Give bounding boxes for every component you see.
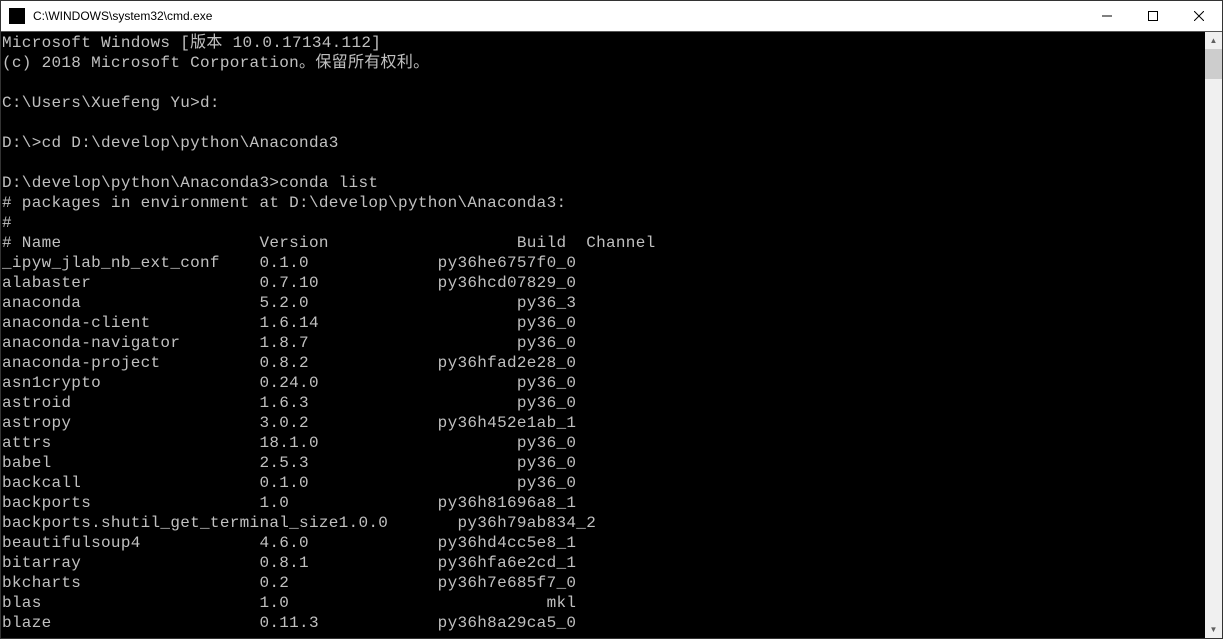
terminal-line: C:\Users\Xuefeng Yu>d: [2, 93, 1201, 113]
scroll-thumb[interactable] [1205, 49, 1222, 79]
terminal-line: blas 1.0 mkl [2, 593, 1201, 613]
scroll-track[interactable] [1205, 49, 1222, 621]
terminal-line: bkcharts 0.2 py36h7e685f7_0 [2, 573, 1201, 593]
terminal-line: anaconda 5.2.0 py36_3 [2, 293, 1201, 313]
terminal-line: bitarray 0.8.1 py36hfa6e2cd_1 [2, 553, 1201, 573]
terminal-line: backports 1.0 py36h81696a8_1 [2, 493, 1201, 513]
vertical-scrollbar[interactable]: ▲ ▼ [1205, 32, 1222, 638]
scroll-down-arrow-icon[interactable]: ▼ [1205, 621, 1222, 638]
terminal-line: blaze 0.11.3 py36h8a29ca5_0 [2, 613, 1201, 633]
terminal-line: beautifulsoup4 4.6.0 py36hd4cc5e8_1 [2, 533, 1201, 553]
cmd-icon [9, 8, 25, 24]
terminal-line [2, 153, 1201, 173]
terminal-line: alabaster 0.7.10 py36hcd07829_0 [2, 273, 1201, 293]
titlebar: C:\WINDOWS\system32\cmd.exe [1, 1, 1222, 32]
terminal-line: D:\>cd D:\develop\python\Anaconda3 [2, 133, 1201, 153]
terminal-line: # Name Version Build Channel [2, 233, 1201, 253]
terminal-line: D:\develop\python\Anaconda3>conda list [2, 173, 1201, 193]
terminal-line: babel 2.5.3 py36_0 [2, 453, 1201, 473]
terminal-line: anaconda-navigator 1.8.7 py36_0 [2, 333, 1201, 353]
terminal-line: backcall 0.1.0 py36_0 [2, 473, 1201, 493]
maximize-icon [1148, 11, 1158, 21]
terminal-line [2, 113, 1201, 133]
terminal-line: # [2, 213, 1201, 233]
terminal-output[interactable]: Microsoft Windows [版本 10.0.17134.112](c)… [1, 32, 1205, 638]
terminal-line: astroid 1.6.3 py36_0 [2, 393, 1201, 413]
terminal-line: asn1crypto 0.24.0 py36_0 [2, 373, 1201, 393]
terminal-line [2, 73, 1201, 93]
terminal-line: # packages in environment at D:\develop\… [2, 193, 1201, 213]
close-icon [1194, 11, 1204, 21]
minimize-icon [1102, 11, 1112, 21]
terminal-line: astropy 3.0.2 py36h452e1ab_1 [2, 413, 1201, 433]
scroll-up-arrow-icon[interactable]: ▲ [1205, 32, 1222, 49]
maximize-button[interactable] [1130, 1, 1176, 31]
terminal-line: attrs 18.1.0 py36_0 [2, 433, 1201, 453]
terminal-line: Microsoft Windows [版本 10.0.17134.112] [2, 33, 1201, 53]
terminal-line: anaconda-project 0.8.2 py36hfad2e28_0 [2, 353, 1201, 373]
minimize-button[interactable] [1084, 1, 1130, 31]
terminal-line: anaconda-client 1.6.14 py36_0 [2, 313, 1201, 333]
window-controls [1084, 1, 1222, 31]
terminal-line: (c) 2018 Microsoft Corporation。保留所有权利。 [2, 53, 1201, 73]
terminal-line: backports.shutil_get_terminal_size1.0.0 … [2, 513, 1201, 533]
terminal-container: Microsoft Windows [版本 10.0.17134.112](c)… [1, 32, 1222, 638]
window-title: C:\WINDOWS\system32\cmd.exe [31, 9, 1084, 23]
close-button[interactable] [1176, 1, 1222, 31]
terminal-line: _ipyw_jlab_nb_ext_conf 0.1.0 py36he6757f… [2, 253, 1201, 273]
